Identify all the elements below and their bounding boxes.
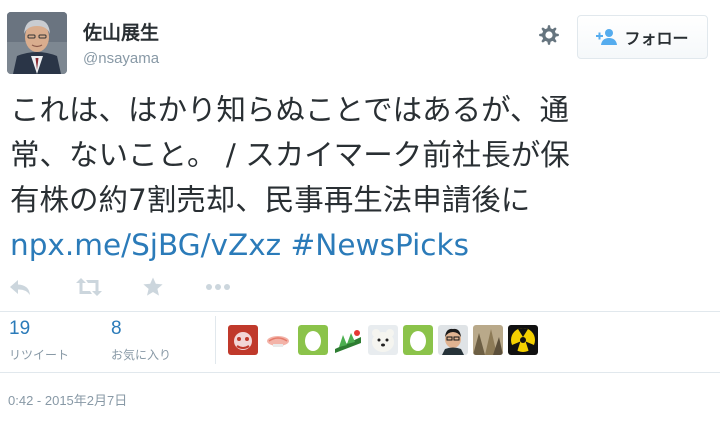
stats-separator <box>215 316 216 364</box>
tweet-text: これは、はかり知らぬことではあるが、通 常、ないこと。 / スカイマーク前社長が… <box>10 88 710 268</box>
liker-avatar[interactable] <box>263 325 293 355</box>
liker-avatar[interactable] <box>473 325 503 355</box>
tweet-text-line: 常、ないこと。 / スカイマーク前社長が保 <box>10 138 570 172</box>
tweet-link-line: npx.me/SjBG/vZxz #NewsPicks <box>10 223 710 268</box>
more-icon[interactable] <box>204 272 232 302</box>
retweet-label: リツイート <box>9 348 70 362</box>
favorite-stat[interactable]: 8 お気に入り <box>111 318 171 363</box>
user-handle[interactable]: @nsayama <box>83 50 159 67</box>
divider <box>0 311 720 312</box>
retweet-stat[interactable]: 19 リツイート <box>9 318 69 363</box>
gear-icon[interactable] <box>536 22 562 48</box>
favorite-label: お気に入り <box>111 348 172 362</box>
tweet-text-line: 有株の約7割売却、民事再生法申請後に <box>10 183 531 217</box>
tweet-text-line: これは、はかり知らぬことではあるが、通 <box>10 93 570 127</box>
timestamp[interactable]: 0:42 - 2015年2月7日 <box>8 390 127 409</box>
user-name[interactable]: 佐山展生 <box>83 18 159 45</box>
liker-avatar[interactable] <box>298 325 328 355</box>
liker-avatars <box>228 325 538 355</box>
favorite-count: 8 <box>111 318 122 339</box>
reply-icon[interactable] <box>8 272 32 302</box>
retweet-count: 19 <box>9 318 31 339</box>
liker-avatar[interactable] <box>368 325 398 355</box>
add-user-icon <box>596 29 618 45</box>
follow-button-label: フォロー <box>624 29 689 48</box>
liker-avatar[interactable] <box>508 325 538 355</box>
avatar[interactable] <box>7 12 67 74</box>
follow-button[interactable]: フォロー <box>577 15 708 59</box>
liker-avatar[interactable] <box>228 325 258 355</box>
tweet-link[interactable]: npx.me/SjBG/vZxz <box>10 228 281 262</box>
liker-avatar[interactable] <box>333 325 363 355</box>
retweet-icon[interactable] <box>75 272 103 302</box>
liker-avatar[interactable] <box>438 325 468 355</box>
star-icon[interactable] <box>142 272 164 302</box>
avatar-image <box>7 12 67 74</box>
divider <box>0 372 720 373</box>
hashtag-link[interactable]: #NewsPicks <box>291 228 469 262</box>
liker-avatar[interactable] <box>403 325 433 355</box>
